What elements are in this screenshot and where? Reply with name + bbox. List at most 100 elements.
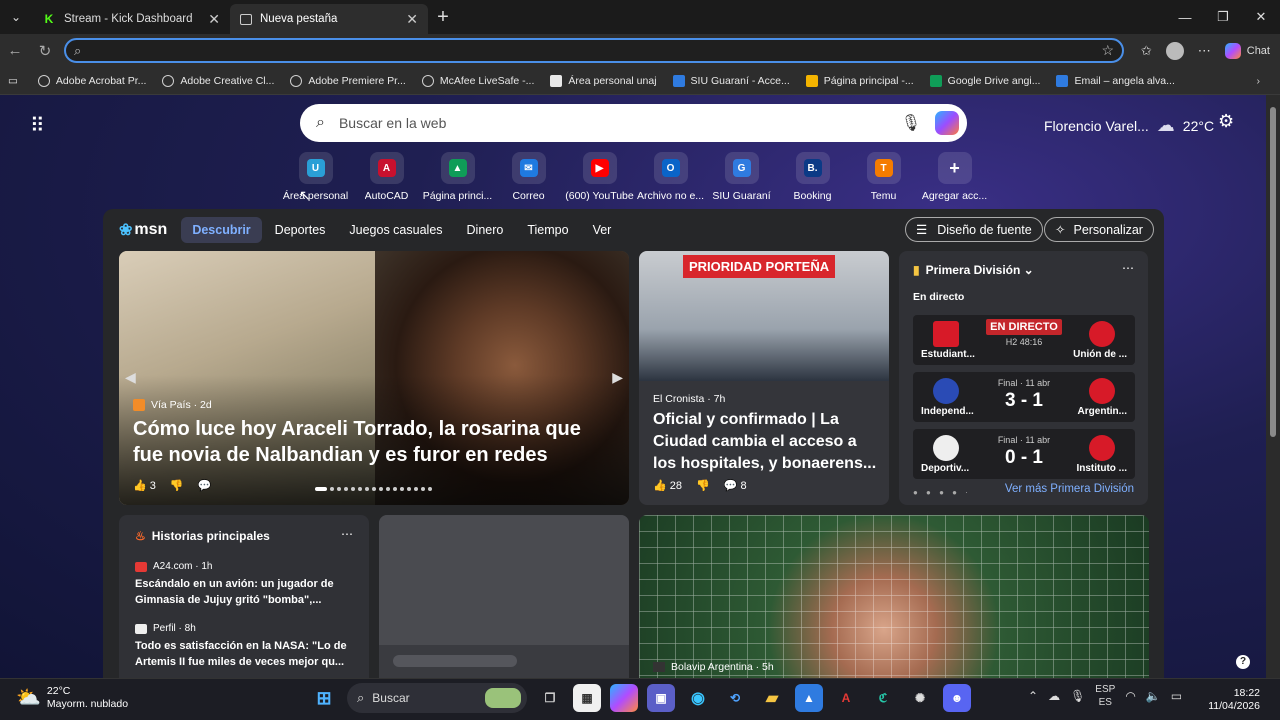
weather-widget[interactable]: Florencio Varel... ☁ 22°C (1044, 115, 1214, 136)
back-icon[interactable]: ← (0, 42, 30, 59)
task-view-icon[interactable]: ❐ (536, 684, 564, 712)
msn-logo[interactable]: ❀ msn (119, 220, 167, 240)
quick-link[interactable]: T Temu (848, 152, 919, 202)
quick-link[interactable]: ▶ (600) YouTube (564, 152, 635, 202)
news-card[interactable]: PRIORIDAD PORTEÑA El Cronista · 7h Ofici… (639, 251, 889, 505)
quick-link[interactable]: + Agregar acc... (919, 152, 990, 202)
new-tab-button[interactable]: + (428, 6, 458, 29)
see-more-link[interactable]: Ver más Primera División (1005, 483, 1134, 495)
carousel-dot[interactable] (337, 487, 341, 491)
windows-start-icon[interactable]: ⊞ (310, 684, 338, 712)
bookmark-item[interactable]: Email – angela alva... (1056, 74, 1175, 87)
personalize-button[interactable]: ✧ Personalizar (1044, 217, 1154, 242)
quick-link[interactable]: U Área personal (280, 152, 351, 202)
settings-app-icon[interactable]: ⟲ (721, 684, 749, 712)
close-window-icon[interactable]: ✕ (1242, 0, 1280, 34)
chevron-right-icon[interactable]: › (1257, 75, 1261, 87)
chatgpt-icon[interactable]: ✺ (906, 684, 934, 712)
tab-descubrir[interactable]: Descubrir (181, 217, 262, 243)
quick-link[interactable]: ✉ Correo (493, 152, 564, 202)
carousel-dot[interactable] (358, 487, 362, 491)
acrobat-icon[interactable]: A (832, 684, 860, 712)
copilot-icon[interactable] (1224, 42, 1241, 59)
sports-title[interactable]: ▮ Primera División ⌄ (913, 263, 1034, 277)
favorite-star-icon[interactable]: ☆ (1101, 42, 1114, 59)
carousel-dot[interactable] (393, 487, 397, 491)
carousel-dot[interactable] (379, 487, 383, 491)
copilot-icon[interactable] (935, 111, 959, 135)
story-item[interactable]: A24.com · 1h Escándalo en un avión: un j… (135, 561, 355, 608)
more-options-icon[interactable]: ⋯ (1122, 261, 1134, 275)
quick-link[interactable]: B. Booking (777, 152, 848, 202)
taskbar-clock[interactable]: 18:22 11/04/2026 (1208, 687, 1260, 713)
profile-avatar[interactable] (1165, 41, 1184, 60)
carousel-prev-icon[interactable]: ◀ (125, 369, 136, 386)
carousel-dot[interactable] (351, 487, 355, 491)
carousel-dot[interactable] (330, 487, 334, 491)
hero-headline[interactable]: Cómo luce hoy Araceli Torrado, la rosari… (133, 416, 613, 468)
tab-new-tab[interactable]: Nueva pestaña ✕ (230, 4, 428, 34)
tab-kick-dashboard[interactable]: K Stream - Kick Dashboard ✕ (32, 4, 230, 34)
wifi-icon[interactable]: ◠ (1125, 689, 1135, 703)
maximize-icon[interactable]: ❐ (1204, 0, 1242, 34)
refresh-icon[interactable]: ↻ (30, 42, 60, 60)
favorites-icon[interactable]: ✩ (1141, 43, 1152, 59)
tab-actions-menu-icon[interactable]: ⌄ (0, 0, 32, 34)
hero-card[interactable]: ◀ ▶ Vía País · 2d Cómo luce hoy Araceli … (119, 251, 629, 505)
close-tab-icon[interactable]: ✕ (208, 11, 220, 28)
collections-icon[interactable]: ▭ (8, 75, 18, 87)
microphone-icon[interactable]: 🎙 (1070, 689, 1085, 703)
volume-icon[interactable]: 🔈 (1146, 689, 1161, 703)
match-row[interactable]: EN DIRECTO H2 48:16 Estudiant... Unión d… (913, 315, 1135, 365)
tab-ver[interactable]: Ver (582, 217, 623, 243)
gear-icon[interactable]: ⚙ (1218, 111, 1234, 132)
carousel-dot[interactable] (407, 487, 411, 491)
bookmark-item[interactable]: Adobe Creative Cl... (162, 74, 274, 87)
onedrive-icon[interactable]: ☁ (1048, 689, 1060, 703)
address-bar[interactable]: ⌕ ☆ (64, 38, 1124, 63)
edge-icon[interactable]: ◉ (684, 684, 712, 712)
tab-deportes[interactable]: Deportes (264, 217, 337, 243)
comment-icon[interactable]: 💬 (198, 479, 212, 492)
carousel-dot[interactable] (414, 487, 418, 491)
bookmark-item[interactable]: SIU Guaraní - Acce... (672, 74, 790, 87)
carousel-dot[interactable] (365, 487, 369, 491)
chat-label[interactable]: Chat (1247, 45, 1270, 57)
match-row[interactable]: Final · 11 abr 3 - 1 Independ... Argenti… (913, 372, 1135, 422)
tab-dinero[interactable]: Dinero (456, 217, 515, 243)
news-headline[interactable]: Oficial y confirmado | La Ciudad cambia … (653, 409, 881, 475)
bookmark-item[interactable]: Área personal unaj (550, 74, 657, 87)
bookmark-item[interactable]: Página principal -... (805, 74, 914, 87)
like-button[interactable]: 👍 3 (133, 479, 156, 492)
quick-link[interactable]: O Archivo no e... (635, 152, 706, 202)
taskbar-search[interactable]: ⌕ Buscar (347, 683, 527, 713)
carousel-dot[interactable] (428, 487, 432, 491)
file-explorer-icon[interactable]: ▰ (758, 684, 786, 712)
widgets-icon[interactable]: ▦ (573, 684, 601, 712)
close-tab-icon[interactable]: ✕ (406, 11, 418, 28)
scrollbar-thumb[interactable] (1270, 107, 1276, 437)
carousel-dot[interactable] (421, 487, 425, 491)
like-button[interactable]: 👍 28 (653, 479, 682, 492)
comment-button[interactable]: 💬 8 (724, 479, 747, 492)
chat-app-icon[interactable]: ▣ (647, 684, 675, 712)
carousel-dot[interactable] (315, 487, 327, 491)
bookmark-item[interactable]: Adobe Acrobat Pr... (37, 74, 146, 87)
language-indicator[interactable]: ESP ES (1095, 683, 1115, 709)
quick-link[interactable]: ▲ Página princi... (422, 152, 493, 202)
match-row[interactable]: Final · 11 abr 0 - 1 Deportiv... Institu… (913, 429, 1135, 479)
help-icon[interactable]: ? (1236, 655, 1250, 669)
discord-icon[interactable]: ☻ (943, 684, 971, 712)
more-icon[interactable]: ⋯ (1198, 43, 1211, 59)
carousel-next-icon[interactable]: ▶ (612, 369, 623, 386)
quick-link[interactable]: G SIU Guaraní (706, 152, 777, 202)
sports-news-card[interactable]: Bolavip Argentina · 5h (639, 515, 1149, 678)
font-design-button[interactable]: ☰ Diseño de fuente (905, 217, 1043, 242)
bookmark-item[interactable]: Adobe Premiere Pr... (290, 74, 406, 87)
dislike-icon[interactable]: 👎 (696, 479, 710, 492)
quick-link[interactable]: A AutoCAD (351, 152, 422, 202)
carousel-dot[interactable] (344, 487, 348, 491)
chevron-up-icon[interactable]: ⌃ (1028, 689, 1038, 703)
tab-juegos-casuales[interactable]: Juegos casuales (338, 217, 453, 243)
copilot-icon[interactable] (610, 684, 638, 712)
